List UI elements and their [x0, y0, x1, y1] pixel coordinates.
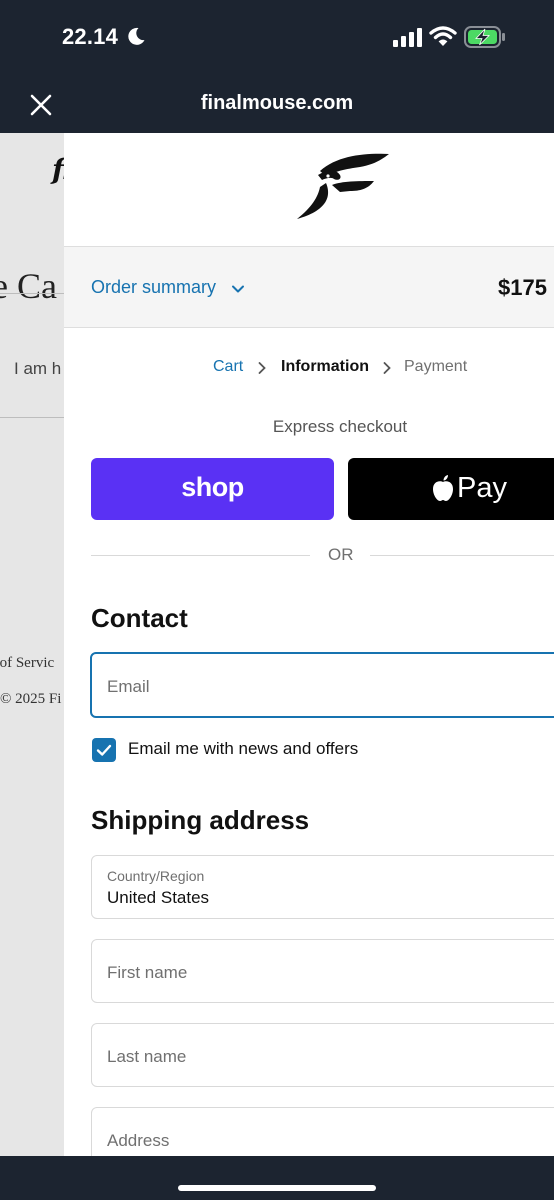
apple-icon [433, 475, 453, 501]
background-terms-link: s of Servic [0, 655, 55, 671]
address-placeholder: Address [107, 1131, 170, 1150]
country-value: United States [107, 888, 210, 907]
country-label: Country/Region [107, 868, 205, 884]
status-bar: 22.14 [0, 0, 554, 74]
order-total: $175 [498, 275, 547, 300]
browser-host: finalmouse.com [200, 92, 354, 114]
wifi-icon [429, 26, 457, 46]
status-time: 22.14 [62, 24, 119, 49]
divider-or-label: OR [328, 545, 354, 564]
divider-line [91, 555, 310, 556]
home-indicator[interactable] [178, 1185, 376, 1191]
email-field[interactable]: Email [90, 652, 554, 718]
email-placeholder: Email [107, 677, 150, 696]
address-field[interactable]: Address [91, 1107, 554, 1156]
breadcrumb-cart[interactable]: Cart [213, 358, 243, 376]
background-heading: e Ca [0, 266, 57, 306]
background-divider [0, 293, 64, 294]
finalmouse-logo-icon[interactable] [296, 153, 390, 221]
newsletter-checkbox[interactable] [92, 738, 116, 762]
chevron-down-icon [232, 285, 244, 293]
moon-icon [128, 27, 145, 45]
chevron-right-icon [258, 362, 266, 374]
background-copyright: © 2025 Fi [0, 691, 62, 707]
breadcrumb-payment: Payment [404, 358, 468, 375]
breadcrumb: Cart Information Payment [64, 358, 554, 380]
newsletter-label[interactable]: Email me with news and offers [128, 739, 358, 759]
shop-pay-label: shop [181, 472, 244, 502]
checkout-sheet: Order summary $175 Cart Information Paym… [64, 133, 554, 1156]
checkmark-icon [96, 744, 112, 756]
battery-charging-icon [464, 26, 505, 48]
shop-pay-button[interactable]: shop [91, 458, 334, 520]
signal-icon [393, 28, 422, 47]
first-name-field[interactable]: First name [91, 939, 554, 1003]
browser-header: finalmouse.com [0, 74, 554, 133]
divider-line [370, 555, 554, 556]
order-summary-toggle[interactable]: Order summary $175 [64, 246, 554, 328]
home-bar [0, 1156, 554, 1200]
apple-pay-label: Pay [457, 472, 507, 504]
first-name-placeholder: First name [107, 963, 188, 982]
background-divider [0, 417, 64, 418]
breadcrumb-information: Information [281, 358, 369, 375]
country-select[interactable]: Country/Region United States [91, 855, 554, 919]
shipping-heading: Shipping address [91, 805, 310, 835]
express-checkout-heading: Express checkout [272, 417, 408, 436]
order-summary-label: Order summary [91, 277, 217, 297]
contact-heading: Contact [91, 603, 188, 633]
last-name-placeholder: Last name [107, 1047, 187, 1066]
last-name-field[interactable]: Last name [91, 1023, 554, 1087]
apple-pay-button[interactable]: Pay [348, 458, 554, 520]
chevron-right-icon [383, 362, 391, 374]
background-text: I am h [14, 359, 62, 378]
